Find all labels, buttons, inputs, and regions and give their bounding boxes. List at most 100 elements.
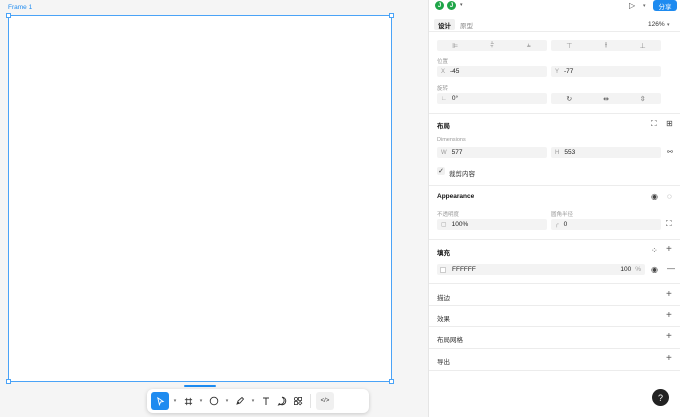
fill-row[interactable]: FFFFFF 100 %: [437, 264, 645, 275]
fill-styles-icon[interactable]: ⁘: [651, 246, 658, 255]
tab-prototype[interactable]: 原型: [456, 19, 477, 30]
section-divider: [429, 326, 680, 327]
move-tool-icon[interactable]: [151, 392, 169, 410]
flip-horizontal-icon[interactable]: ⇹: [588, 95, 625, 103]
rotate-icon[interactable]: ↻: [551, 95, 588, 103]
layout-grid-title[interactable]: 布局网格: [437, 334, 463, 344]
play-chevron-down-icon[interactable]: ▾: [643, 3, 646, 9]
frame-tool-caret-icon[interactable]: ▾: [197, 398, 205, 404]
add-effect-icon[interactable]: +: [666, 310, 672, 321]
auto-layout-icon[interactable]: ⊞: [666, 119, 673, 128]
panel-tabs: 设计 原型 126% ▾: [429, 18, 680, 32]
avatar[interactable]: J: [434, 0, 445, 11]
opacity-icon: ▢: [441, 222, 447, 228]
pen-tool-icon[interactable]: [233, 392, 247, 410]
align-center-v-icon[interactable]: ⫲: [588, 42, 625, 50]
fill-opacity[interactable]: 100: [620, 266, 631, 273]
h-prefix: H: [555, 149, 560, 156]
x-field[interactable]: X -45: [437, 66, 547, 77]
width-field[interactable]: W 577: [437, 147, 547, 158]
height-field[interactable]: H 553: [551, 147, 661, 158]
section-divider: [429, 185, 680, 186]
fill-visibility-eye-icon[interactable]: ◉: [651, 265, 658, 274]
text-tool-icon[interactable]: [259, 392, 273, 410]
resize-handle-top-right[interactable]: [389, 13, 394, 18]
align-bottom-icon[interactable]: ⊥: [624, 42, 661, 50]
avatars-chevron-down-icon[interactable]: ▾: [460, 2, 463, 8]
angle-icon: ∟: [441, 95, 447, 102]
toolbar-divider: [310, 394, 311, 408]
flip-vertical-icon[interactable]: ⇳: [624, 95, 661, 103]
opacity-field[interactable]: ▢ 100%: [437, 219, 547, 230]
add-layout-grid-icon[interactable]: +: [666, 331, 672, 342]
section-divider: [429, 239, 680, 240]
corner-radius-icon: ╭: [555, 222, 559, 228]
fullscreen-icon[interactable]: ⛶: [651, 119, 657, 129]
ellipse-tool-caret-icon[interactable]: ▾: [223, 398, 231, 404]
resize-handle-bottom-left[interactable]: [6, 379, 11, 384]
tab-design[interactable]: 设计: [434, 19, 455, 30]
stroke-title[interactable]: 描边: [437, 292, 450, 302]
canvas[interactable]: Frame 1 ▾ ▾ ▾ ▾ </>: [0, 0, 428, 417]
section-divider: [429, 348, 680, 349]
constrain-proportions-icon[interactable]: ⚯: [667, 148, 673, 156]
play-icon[interactable]: ▷: [629, 1, 635, 10]
add-fill-icon[interactable]: +: [666, 244, 672, 255]
section-divider: [429, 113, 680, 114]
opacity-label: 不透明度: [437, 212, 460, 218]
dev-mode-icon[interactable]: </>: [316, 392, 334, 410]
resize-handle-top-left[interactable]: [6, 13, 11, 18]
section-divider: [429, 283, 680, 284]
fill-color-swatch[interactable]: [440, 266, 446, 273]
pen-tool-caret-icon[interactable]: ▾: [249, 398, 257, 404]
fill-hex[interactable]: FFFFFF: [452, 266, 476, 273]
zoom-level[interactable]: 126%: [648, 21, 665, 28]
align-right-icon[interactable]: ⫨: [510, 42, 547, 50]
alignment-horizontal-group: ⊫ ⫩ ⫨: [437, 40, 547, 51]
avatar[interactable]: J: [446, 0, 457, 11]
help-button[interactable]: ?: [652, 389, 669, 406]
share-button[interactable]: 分享: [653, 0, 677, 11]
comment-tool-icon[interactable]: [275, 392, 289, 410]
fill-percent: %: [635, 266, 641, 273]
components-tool-icon[interactable]: [291, 392, 305, 410]
rotation-label: 旋转: [437, 86, 449, 92]
radius-field[interactable]: ╭ 0: [551, 219, 661, 230]
resize-handle-bottom-right[interactable]: [389, 379, 394, 384]
align-left-icon[interactable]: ⊫: [437, 42, 474, 50]
frame[interactable]: [6, 13, 394, 384]
alignment-vertical-group: ⊤ ⫲ ⊥: [551, 40, 661, 51]
export-title[interactable]: 导出: [437, 356, 450, 366]
y-value: -77: [564, 68, 574, 75]
ellipse-tool-icon[interactable]: [207, 392, 221, 410]
dimensions-label: Dimensions: [437, 137, 466, 143]
independent-corners-icon[interactable]: ⛶: [666, 219, 672, 229]
rotation-field[interactable]: ∟ 0°: [437, 93, 547, 104]
y-prefix: Y: [555, 68, 560, 75]
fill-title: 填充: [437, 250, 450, 257]
effects-title[interactable]: 效果: [437, 313, 450, 323]
remove-fill-icon[interactable]: —: [667, 264, 675, 273]
toolbar-grip[interactable]: [184, 385, 216, 387]
zoom-chevron-down-icon[interactable]: ▾: [667, 22, 670, 28]
move-tool-caret-icon[interactable]: ▾: [171, 398, 179, 404]
w-value: 577: [451, 149, 463, 156]
eye-icon[interactable]: ◉: [651, 192, 658, 201]
radius-label: 圆角半径: [551, 212, 574, 218]
x-value: -45: [450, 68, 460, 75]
design-panel: J J ▾ ▷ ▾ 分享 设计 原型 126% ▾ ⊫ ⫩ ⫨ ⊤ ⫲ ⊥ 位置…: [428, 0, 680, 417]
y-field[interactable]: Y -77: [551, 66, 661, 77]
h-value: 553: [564, 149, 576, 156]
frame-label[interactable]: Frame 1: [8, 4, 32, 11]
add-stroke-icon[interactable]: +: [666, 289, 672, 300]
section-divider: [429, 305, 680, 306]
frame-tool-icon[interactable]: [181, 392, 195, 410]
clip-content-label: 裁剪内容: [449, 171, 475, 178]
radius-value: 0: [563, 221, 568, 228]
align-top-icon[interactable]: ⊤: [551, 42, 588, 50]
blend-mode-icon[interactable]: ◌: [667, 192, 672, 201]
opacity-value: 100%: [451, 221, 469, 228]
clip-content-checkbox[interactable]: ✓: [437, 167, 445, 175]
add-export-icon[interactable]: +: [666, 353, 672, 364]
align-center-h-icon[interactable]: ⫩: [474, 42, 511, 50]
